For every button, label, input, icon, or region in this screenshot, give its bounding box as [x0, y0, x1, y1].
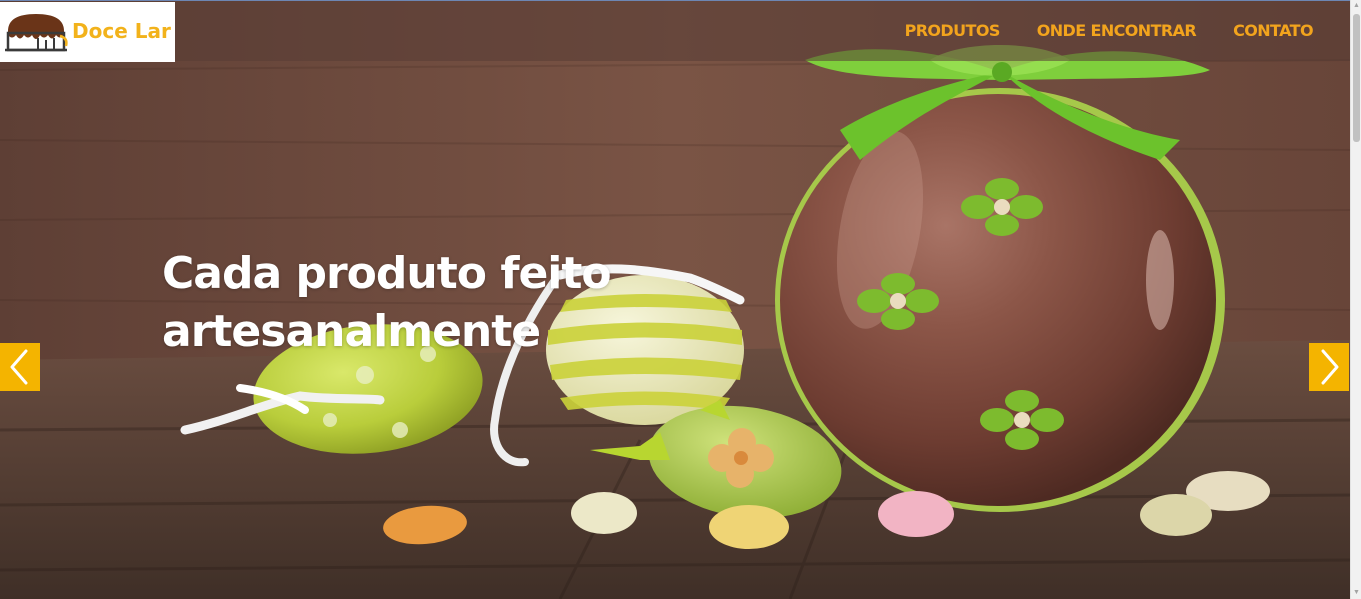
chevron-right-icon [1321, 349, 1339, 385]
carousel-next-button[interactable] [1309, 343, 1349, 391]
hero-carousel-slide: Cada produto feito artesanalmente [0, 0, 1350, 599]
carousel-prev-button[interactable] [0, 343, 40, 391]
page: Cada produto feito artesanalmente Doce L… [0, 0, 1361, 599]
brand-logo[interactable]: Doce Lar [0, 2, 175, 62]
top-navbar: Doce Lar PRODUTOS ONDE ENCONTRAR CONTATO [0, 0, 1350, 62]
nav-link-contato[interactable]: CONTATO [1233, 21, 1313, 40]
brand-name: Doce Lar [72, 19, 171, 43]
page-scrollbar[interactable]: ▲ ▼ [1350, 0, 1361, 599]
chevron-left-icon [10, 349, 28, 385]
scroll-up-icon[interactable]: ▲ [1352, 1, 1361, 11]
main-nav: PRODUTOS ONDE ENCONTRAR CONTATO [905, 21, 1314, 40]
nav-link-onde-encontrar[interactable]: ONDE ENCONTRAR [1037, 21, 1197, 40]
cake-icon [5, 14, 68, 52]
scroll-thumb[interactable] [1353, 14, 1360, 142]
scroll-down-icon[interactable]: ▼ [1352, 588, 1361, 598]
nav-link-produtos[interactable]: PRODUTOS [905, 21, 1001, 40]
hero-headline: Cada produto feito artesanalmente [162, 248, 612, 358]
